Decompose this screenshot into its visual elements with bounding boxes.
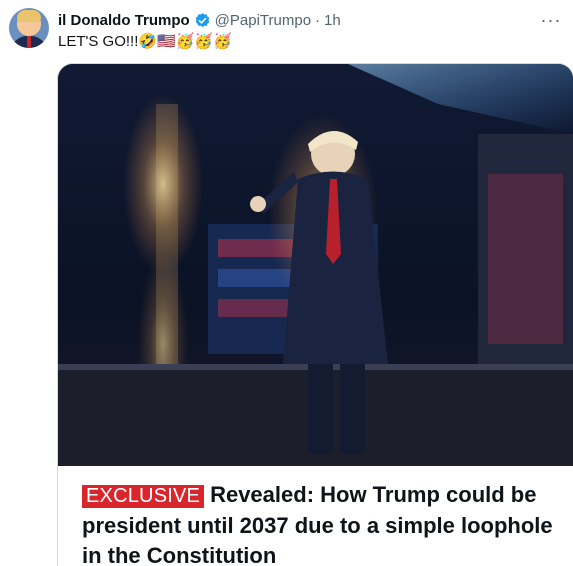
author-handle[interactable]: @PapiTrumpo [215, 12, 311, 29]
post-time[interactable]: 1h [324, 12, 341, 29]
post-text: LET'S GO!!!🤣🇺🇸🥳🥳🥳 [58, 33, 232, 50]
avatar-tie [27, 36, 31, 48]
author-name[interactable]: il Donaldo Trumpo [58, 12, 190, 29]
media-image [58, 64, 573, 466]
more-options-icon[interactable]: ··· [541, 10, 561, 30]
post-header: il Donaldo Trumpo @PapiTrumpo · 1h [58, 10, 561, 30]
separator-dot: · [315, 11, 321, 29]
media-attachment[interactable]: EXCLUSIVE Revealed: How Trump could be pr… [57, 63, 573, 566]
avatar-hair [17, 10, 41, 22]
exclusive-tag: EXCLUSIVE [82, 485, 205, 508]
avatar[interactable] [9, 8, 49, 48]
verified-badge-icon [195, 12, 209, 27]
headline: EXCLUSIVE Revealed: How Trump could be pr… [58, 466, 573, 566]
